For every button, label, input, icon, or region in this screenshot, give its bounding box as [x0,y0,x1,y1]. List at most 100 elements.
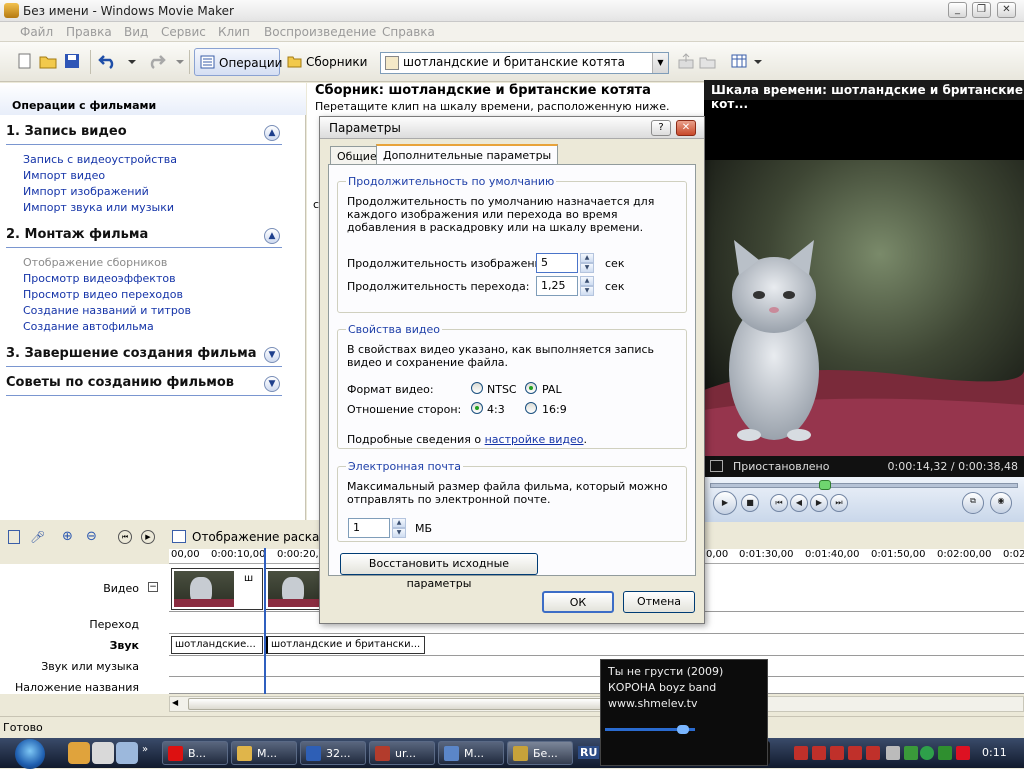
tray-icon[interactable] [904,746,918,760]
tray-icon[interactable] [866,746,880,760]
close-button[interactable]: ✕ [997,2,1016,18]
views-icon[interactable] [730,52,750,70]
collapse-icon[interactable]: ▲ [264,125,280,141]
transition-duration-input[interactable]: 1,25 [536,276,578,296]
storyboard-toggle-label[interactable]: Отображение раскадр [192,530,335,544]
rewind-timeline-icon[interactable]: ⏮ [118,530,132,544]
open-folder-icon[interactable] [38,52,58,70]
video-settings-link[interactable]: настройке видео [485,433,584,446]
play-timeline-icon[interactable]: ▶ [141,530,155,544]
taskbar-item[interactable]: ur... [369,741,435,765]
menu-help[interactable]: Справка [382,25,435,39]
spin-down-icon[interactable]: ▼ [580,263,594,273]
tab-advanced[interactable]: Дополнительные параметры [376,144,559,166]
save-icon[interactable] [62,52,82,70]
taskbar-item[interactable]: 32... [300,741,366,765]
image-duration-spinner[interactable]: ▲ ▼ [580,253,594,273]
transition-duration-spinner[interactable]: ▲ ▼ [580,276,594,296]
redo-icon[interactable] [146,52,166,70]
link-video-transitions[interactable]: Просмотр видео переходов [23,288,183,301]
network-icon[interactable] [920,746,934,760]
quicklaunch-icon[interactable] [68,742,90,764]
taskbar-item[interactable]: В... [162,741,228,765]
scroll-left-icon[interactable]: ◀ [172,698,178,707]
link-titles[interactable]: Создание названий и титров [23,304,191,317]
quicklaunch-icon[interactable] [116,742,138,764]
taskbar-item[interactable]: М... [438,741,504,765]
spin-up-icon[interactable]: ▲ [392,518,406,528]
start-button[interactable] [15,739,45,769]
menu-view[interactable]: Вид [124,25,148,39]
expand-icon[interactable]: ▼ [264,347,280,363]
taskbar-item[interactable]: М... [231,741,297,765]
new-collection-icon[interactable] [698,52,718,70]
maximize-button[interactable]: ❐ [972,2,991,18]
tray-icon[interactable] [938,746,952,760]
email-size-spinner[interactable]: ▲ ▼ [392,518,406,538]
new-project-icon[interactable] [14,52,34,70]
spin-up-icon[interactable]: ▲ [580,253,594,263]
tray-icon[interactable] [830,746,844,760]
menu-tools[interactable]: Сервис [161,25,206,39]
tray-icon[interactable] [848,746,862,760]
playhead[interactable] [264,548,266,694]
tray-icon[interactable] [794,746,808,760]
link-automovie[interactable]: Создание автофильма [23,320,154,333]
collection-up-icon[interactable] [676,52,696,70]
link-import-images[interactable]: Импорт изображений [23,185,149,198]
title-overlay-track[interactable] [169,677,1024,694]
ntsc-radio[interactable] [471,382,483,394]
zoom-in-icon[interactable]: ⊕ [62,529,73,544]
language-indicator[interactable]: RU [578,746,600,759]
ok-button[interactable]: ОК [542,591,614,613]
track-progress-thumb[interactable] [677,725,689,734]
undo-dropdown-icon[interactable] [122,52,136,70]
email-at-icon[interactable] [92,742,114,764]
spin-down-icon[interactable]: ▼ [580,286,594,296]
forward-button[interactable]: ▶ [810,494,828,512]
audio-track[interactable]: шотландские... шотландские и британски..… [169,634,1024,656]
play-button[interactable]: ▶ [713,491,737,515]
help-button[interactable]: ? [651,120,671,136]
aspect-4-3-radio[interactable] [471,402,483,414]
split-view-icon[interactable] [710,460,723,472]
rewind-button[interactable]: ◀ [790,494,808,512]
chevron-down-icon[interactable]: ▼ [652,53,668,73]
next-frame-button[interactable]: ⏭ [830,494,848,512]
redo-dropdown-icon[interactable] [170,52,184,70]
section-capture-title[interactable]: 1. Запись видео [6,124,127,139]
spin-down-icon[interactable]: ▼ [392,528,406,538]
collections-button[interactable]: Сборники [282,48,372,76]
timeline-scrollbar[interactable]: ◀ [169,696,1024,712]
tray-icon[interactable] [956,746,970,760]
menu-file[interactable]: Файл [20,25,53,39]
collection-dropdown[interactable]: шотландские и британские котята ▼ [380,52,669,74]
printer-icon[interactable] [886,746,900,760]
snapshot-camera-icon[interactable]: ◉ [990,492,1012,514]
audio-clip[interactable]: шотландские... [171,636,263,654]
audio-clip[interactable]: шотландские и британски... [265,636,425,654]
link-capture-device[interactable]: Запись с видеоустройства [23,153,177,166]
storyboard-view-icon[interactable] [172,530,186,543]
link-import-video[interactable]: Импорт видео [23,169,105,182]
split-clip-icon[interactable]: ⧉ [962,492,984,514]
menu-edit[interactable]: Правка [66,25,112,39]
expand-icon[interactable]: ▼ [264,376,280,392]
minimize-button[interactable]: _ [948,2,967,18]
stop-button[interactable]: ■ [741,494,759,512]
tray-icon[interactable] [812,746,826,760]
image-duration-input[interactable]: 5 [536,253,578,273]
views-dropdown-icon[interactable] [748,52,762,70]
video-preview[interactable] [704,160,1024,474]
restore-defaults-button[interactable]: Восстановить исходные параметры [340,553,538,590]
link-video-effects[interactable]: Просмотр видеоэффектов [23,272,176,285]
zoom-out-icon[interactable]: ⊖ [86,529,97,544]
undo-icon[interactable] [98,52,118,70]
taskbar-item-active[interactable]: Бе... [507,741,573,765]
aspect-16-9-radio[interactable] [525,402,537,414]
cancel-button[interactable]: Отмена [623,591,695,613]
section-tips-title[interactable]: Советы по созданию фильмов [6,375,234,390]
video-clip[interactable]: ш [171,568,263,610]
section-finish-title[interactable]: 3. Завершение создания фильма [6,346,257,361]
prev-frame-button[interactable]: ⏮ [770,494,788,512]
